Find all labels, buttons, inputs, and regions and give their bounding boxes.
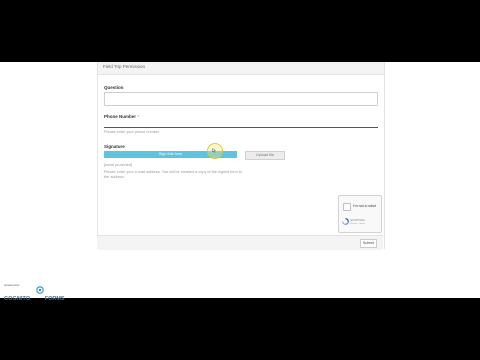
required-mark: * xyxy=(137,114,140,119)
brand-name: COGNITO xyxy=(4,296,31,302)
recaptcha-box: I'm not a robot reCAPTCHA Privacy - Term… xyxy=(338,195,382,233)
submit-button[interactable]: Submit xyxy=(360,239,377,248)
brand-logo-icon xyxy=(36,286,44,294)
phone-label: Phone Number * xyxy=(104,114,139,119)
powered-by-branding[interactable]: powered by COGNITO FORMS xyxy=(4,283,65,302)
brand-row: COGNITO FORMS xyxy=(4,286,65,305)
form-title: Field Trip Permission xyxy=(103,64,146,69)
form-footer: Submit xyxy=(97,235,383,250)
email-field[interactable]: [email protected] xyxy=(104,163,132,167)
phone-hint: Please enter your phone number xyxy=(104,130,160,134)
question-input[interactable] xyxy=(104,92,378,106)
captcha-brand: reCAPTCHA xyxy=(350,219,365,222)
form-header: Field Trip Permission xyxy=(98,62,384,75)
page-canvas: Field Trip Permission Question Phone Num… xyxy=(0,62,480,302)
phone-label-text: Phone Number xyxy=(104,114,137,119)
signature-hint-line1: Please enter your e-mail address. You wi… xyxy=(104,170,243,174)
captcha-label: I'm not a robot xyxy=(353,204,376,208)
signature-hint: Please enter your e-mail address. You wi… xyxy=(104,170,244,179)
signature-hint-line2: the address. xyxy=(104,174,125,179)
brand-suffix: FORMS xyxy=(44,296,65,302)
phone-input[interactable] xyxy=(104,120,378,128)
recaptcha-icon xyxy=(342,218,349,225)
upload-button[interactable]: Upload file xyxy=(245,151,285,160)
question-label: Question xyxy=(104,85,124,90)
form-card: Field Trip Permission Question Phone Num… xyxy=(97,62,385,249)
cursor-icon xyxy=(212,148,217,153)
signature-label: Signature xyxy=(104,144,125,149)
captcha-checkbox[interactable] xyxy=(343,203,351,211)
captcha-terms[interactable]: Privacy - Terms xyxy=(350,223,365,225)
